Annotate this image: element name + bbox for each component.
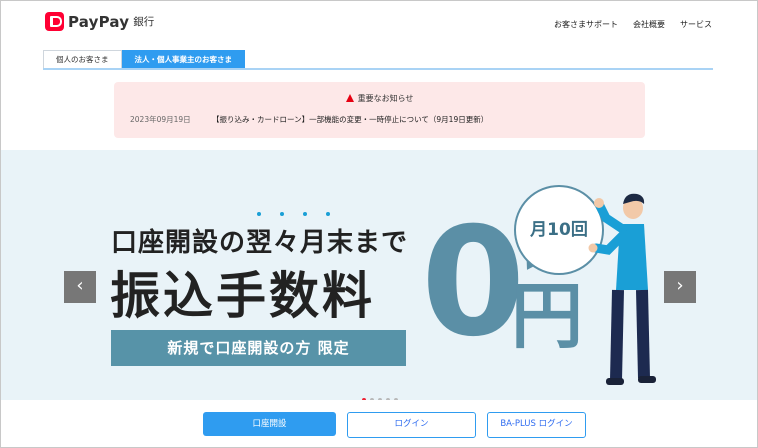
nav-support[interactable]: お客さまサポート xyxy=(554,19,618,30)
paypay-logo-icon xyxy=(45,12,64,31)
hero-yen: 円 xyxy=(511,274,584,358)
login-button[interactable]: ログイン xyxy=(347,412,476,438)
carousel-dot[interactable] xyxy=(370,398,374,400)
carousel-prev-button[interactable]: ‹ xyxy=(64,271,96,303)
carousel-dot[interactable] xyxy=(378,398,382,400)
hero-line1: 口座開設の翌々月末まで xyxy=(111,228,409,258)
top-nav: お客さまサポート 会社概要 サービス xyxy=(554,19,712,30)
tab-corporate[interactable]: 法人・個人事業主のお客さま xyxy=(121,50,245,69)
warning-icon xyxy=(345,94,354,102)
carousel-next-button[interactable]: › xyxy=(664,271,696,303)
person-illustration xyxy=(588,193,656,385)
emphasis-dots xyxy=(257,212,330,216)
hero-carousel: 口座開設の翌々月末まで 振込手数料 新規で口座開設の方 限定 0 円 月10回 … xyxy=(1,150,757,400)
carousel-indicators xyxy=(362,398,398,400)
hero-line2: 振込手数料 xyxy=(110,267,375,325)
chevron-left-icon: ‹ xyxy=(76,275,84,296)
brand-name: PayPay xyxy=(68,12,130,31)
hero-zero: 0 xyxy=(421,196,526,370)
notice-date: 2023年09月19日 xyxy=(130,115,191,124)
ba-plus-login-button[interactable]: BA-PLUS ログイン xyxy=(487,412,586,438)
brand-sub: 銀行 xyxy=(133,16,155,28)
carousel-dot[interactable] xyxy=(362,398,366,400)
chevron-right-icon: › xyxy=(676,275,684,296)
paypay-bank-logo[interactable]: PayPay 銀行 xyxy=(45,12,154,31)
hero-band: 新規で口座開設の方 限定 xyxy=(111,330,406,366)
tab-personal[interactable]: 個人のお客さま xyxy=(43,50,122,69)
nav-service[interactable]: サービス xyxy=(680,19,712,30)
notice-item: 2023年09月19日 【振り込み・カードローン】一部機能の変更・一時停止につい… xyxy=(130,114,488,125)
carousel-dot[interactable] xyxy=(386,398,390,400)
action-buttons: 口座開設 ログイン BA-PLUS ログイン xyxy=(203,412,586,438)
nav-company[interactable]: 会社概要 xyxy=(633,19,665,30)
notice-link[interactable]: 【振り込み・カードローン】一部機能の変更・一時停止について（9月19日更新） xyxy=(212,114,488,125)
carousel-dot[interactable] xyxy=(394,398,398,400)
important-notice: 重要なお知らせ 2023年09月19日 【振り込み・カードローン】一部機能の変更… xyxy=(114,82,645,138)
notice-title: 重要なお知らせ xyxy=(357,94,414,103)
customer-tabs: 個人のお客さま 法人・個人事業主のお客さま xyxy=(43,50,245,69)
open-account-button[interactable]: 口座開設 xyxy=(203,412,336,436)
tab-underline xyxy=(43,68,713,70)
